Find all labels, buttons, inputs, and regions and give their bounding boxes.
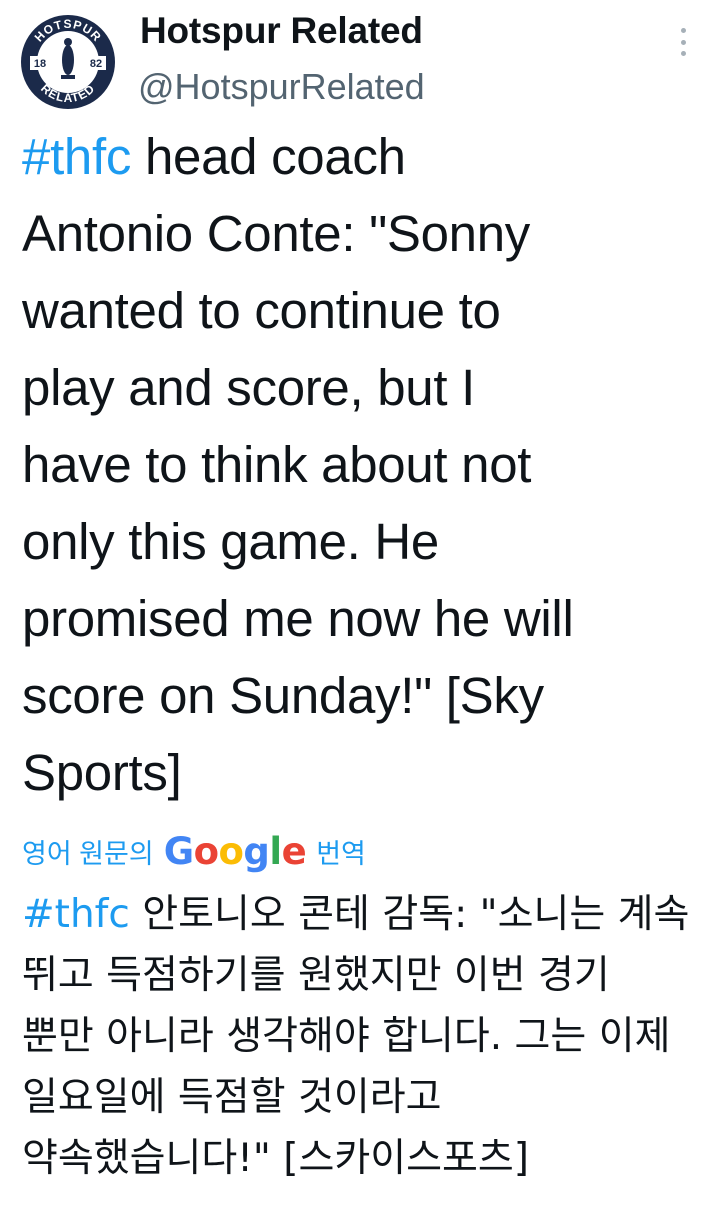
tweet-text: #thfc head coach Antonio Conte: "Sonny w… bbox=[22, 118, 712, 811]
user-handle[interactable]: @HotspurRelated bbox=[138, 66, 425, 108]
tweet-line: Antonio Conte: "Sonny bbox=[22, 205, 530, 262]
translation-label: 영어 원문의 bbox=[22, 838, 154, 869]
translation-attribution[interactable]: 영어 원문의 Google 번역 bbox=[22, 826, 366, 876]
translated-line: #thfc 안토니오 콘테 감독: "소니는 계속 bbox=[22, 892, 690, 937]
avatar[interactable]: HOTSPUR RELATED 18 82 bbox=[20, 14, 116, 110]
more-vertical-icon[interactable] bbox=[668, 22, 698, 62]
tweet-header: HOTSPUR RELATED 18 82 Hotspur Related @H… bbox=[0, 0, 720, 120]
tweet-line: score on Sunday!" [Sky bbox=[22, 667, 544, 724]
hashtag-link[interactable]: #thfc bbox=[22, 128, 131, 185]
dot bbox=[680, 28, 686, 33]
tweet-line: play and score, but I bbox=[22, 359, 475, 416]
translated-line: 뿐만 아니라 생각해야 합니다. 그는 이제 bbox=[22, 1014, 671, 1059]
translated-text: #thfc 안토니오 콘테 감독: "소니는 계속 뛰고 득점하기를 원했지만 … bbox=[22, 884, 712, 1189]
dot bbox=[680, 39, 686, 45]
translated-line: 약속했습니다!" [스카이스포츠] bbox=[22, 1136, 529, 1181]
avatar-year-right: 82 bbox=[90, 58, 102, 70]
tweet-line: Sports] bbox=[22, 744, 182, 801]
tweet-line: wanted to continue to bbox=[22, 282, 501, 339]
hashtag-link[interactable]: #thfc bbox=[22, 892, 130, 937]
translated-line: 뛰고 득점하기를 원했지만 이번 경기 bbox=[22, 953, 610, 998]
avatar-year-left: 18 bbox=[34, 58, 46, 70]
dot bbox=[680, 51, 686, 56]
tweet-line: have to think about not bbox=[22, 436, 532, 493]
translation-suffix: 번역 bbox=[316, 838, 366, 869]
tweet-line: promised me now he will bbox=[22, 590, 574, 647]
display-name[interactable]: Hotspur Related bbox=[140, 10, 423, 52]
tweet-line: head coach bbox=[131, 128, 406, 185]
google-logo: Google bbox=[163, 829, 307, 873]
tweet-line: only this game. He bbox=[22, 513, 439, 570]
translated-line: 일요일에 득점할 것이라고 bbox=[22, 1075, 442, 1120]
